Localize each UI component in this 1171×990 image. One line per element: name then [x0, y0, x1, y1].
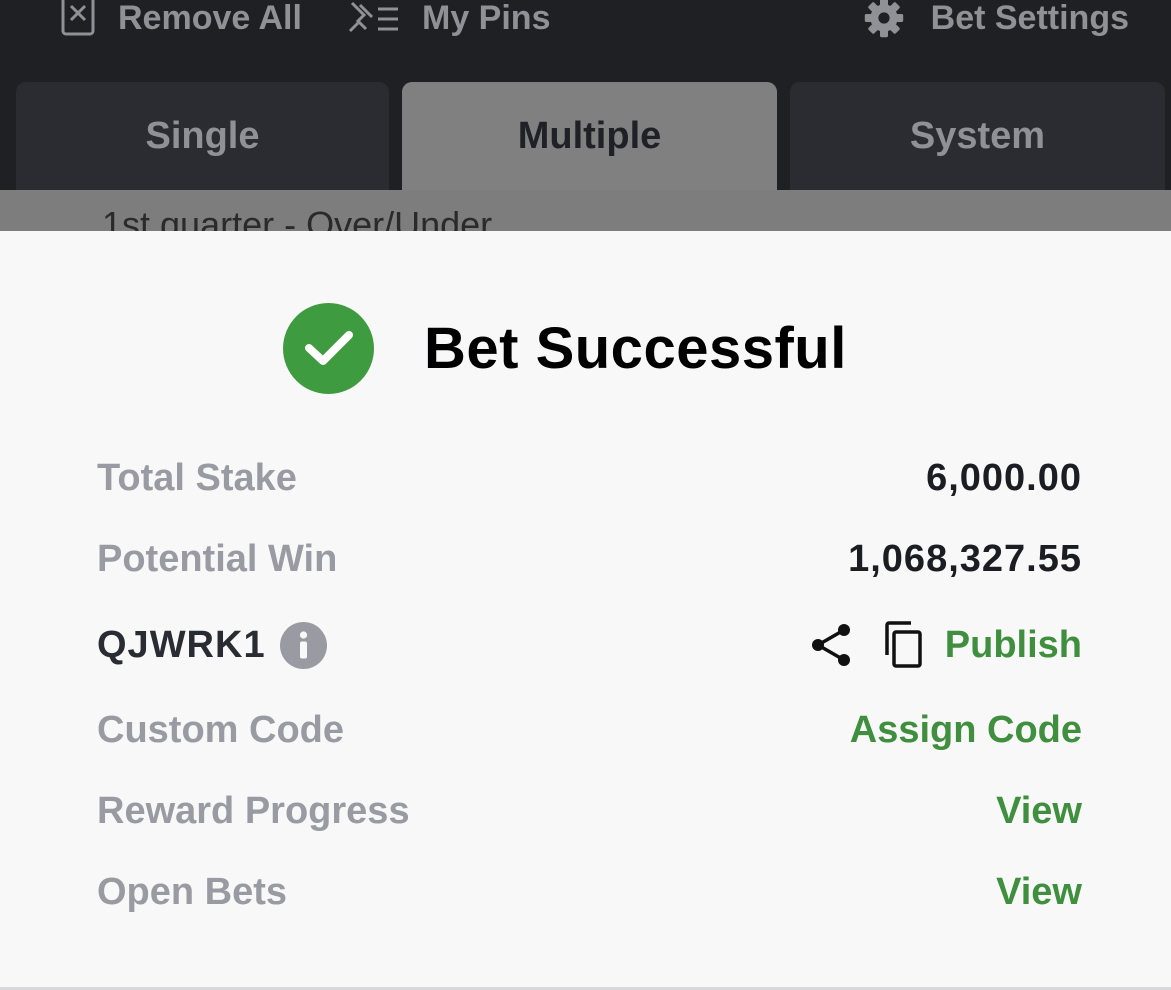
reward-progress-label: Reward Progress [97, 789, 410, 832]
betslip-toolbar: Remove All My Pins Bet Settings [0, 0, 1171, 82]
success-header: Bet Successful [283, 302, 847, 394]
booking-code-group: QJWRK1 [97, 621, 327, 669]
pin-list-icon [348, 1, 400, 35]
remove-all-button[interactable]: Remove All [60, 0, 302, 38]
publish-link[interactable]: Publish [945, 624, 1082, 667]
open-bets-row: Open Bets View [97, 867, 1082, 917]
gear-icon [859, 0, 909, 38]
my-pins-label: My Pins [422, 0, 551, 37]
custom-code-label: Custom Code [97, 708, 344, 751]
tab-multiple[interactable]: Multiple [402, 82, 777, 190]
check-circle-icon [283, 302, 374, 394]
reward-progress-row: Reward Progress View [97, 786, 1082, 836]
copy-icon[interactable] [881, 621, 925, 669]
potential-win-label: Potential Win [97, 537, 338, 580]
booking-code-actions: Publish [809, 621, 1082, 669]
assign-code-link[interactable]: Assign Code [850, 709, 1082, 752]
total-stake-value: 6,000.00 [926, 456, 1082, 499]
potential-win-row: Potential Win 1,068,327.55 [97, 534, 1082, 584]
my-pins-button[interactable]: My Pins [348, 0, 551, 37]
open-bets-label: Open Bets [97, 870, 288, 913]
success-title: Bet Successful [424, 315, 847, 381]
tab-single[interactable]: Single [16, 82, 389, 190]
reward-progress-view-link[interactable]: View [996, 790, 1082, 833]
bet-success-sheet: Bet Successful Total Stake 6,000.00 Pote… [0, 231, 1171, 990]
total-stake-label: Total Stake [97, 456, 297, 499]
share-icon[interactable] [809, 622, 853, 668]
info-icon[interactable] [279, 621, 327, 669]
bet-settings-label: Bet Settings [930, 0, 1129, 37]
booking-code-row: QJWRK1 Publish [97, 620, 1082, 670]
open-bets-view-link[interactable]: View [996, 871, 1082, 914]
bet-type-tabs: Single Multiple System [0, 82, 1171, 190]
custom-code-row: Custom Code Assign Code [97, 705, 1082, 755]
dimmed-betslip-content: 1st quarter - Over/Under [0, 190, 1171, 231]
remove-all-label: Remove All [118, 0, 302, 37]
bet-settings-button[interactable]: Bet Settings [859, 0, 1129, 38]
remove-all-icon [60, 0, 96, 38]
market-name: 1st quarter - Over/Under [102, 204, 493, 231]
tab-system[interactable]: System [790, 82, 1165, 190]
booking-code: QJWRK1 [97, 623, 266, 666]
potential-win-value: 1,068,327.55 [848, 537, 1082, 580]
total-stake-row: Total Stake 6,000.00 [97, 453, 1082, 503]
